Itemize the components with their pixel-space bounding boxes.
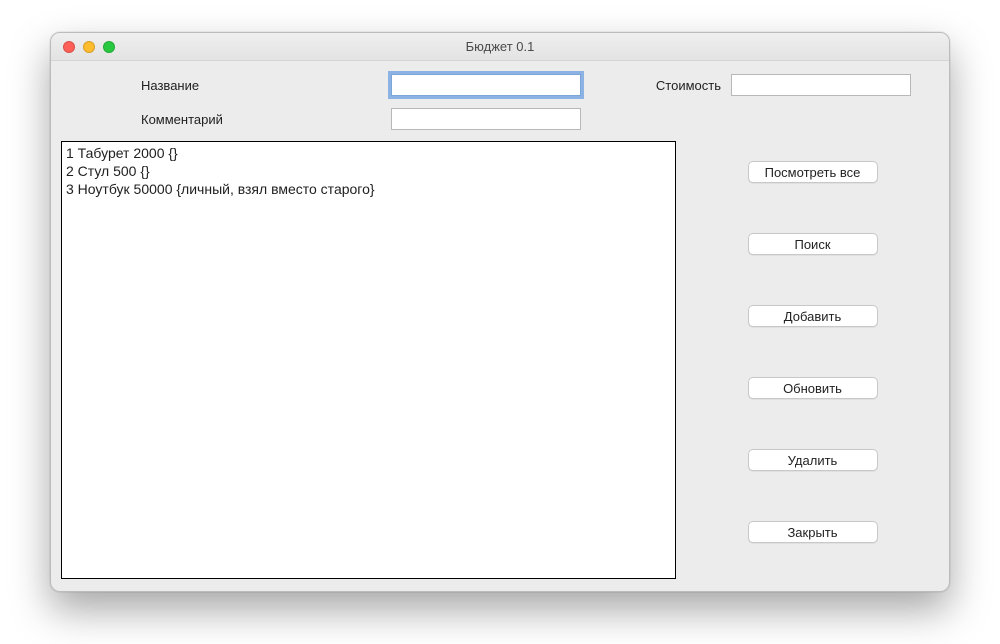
- items-listbox[interactable]: 1 Табурет 2000 {} 2 Стул 500 {} 3 Ноутбу…: [61, 141, 676, 579]
- traffic-lights: [63, 41, 115, 53]
- view-all-button[interactable]: Посмотреть все: [748, 161, 878, 183]
- close-window-icon[interactable]: [63, 41, 75, 53]
- window-title: Бюджет 0.1: [51, 39, 949, 54]
- close-button[interactable]: Закрыть: [748, 521, 878, 543]
- name-label: Название: [61, 78, 391, 93]
- body-row: 1 Табурет 2000 {} 2 Стул 500 {} 3 Ноутбу…: [61, 141, 939, 579]
- delete-button[interactable]: Удалить: [748, 449, 878, 471]
- name-input[interactable]: [391, 74, 581, 96]
- row-name-cost: Название Стоимость: [61, 71, 939, 99]
- app-window: Бюджет 0.1 Название Стоимость Комментари…: [50, 32, 950, 592]
- comment-input[interactable]: [391, 108, 581, 130]
- window-content: Название Стоимость Комментарий 1 Табурет…: [51, 61, 949, 591]
- add-button[interactable]: Добавить: [748, 305, 878, 327]
- update-button[interactable]: Обновить: [748, 377, 878, 399]
- row-comment: Комментарий: [61, 105, 939, 133]
- zoom-window-icon[interactable]: [103, 41, 115, 53]
- titlebar: Бюджет 0.1: [51, 33, 949, 61]
- cost-input[interactable]: [731, 74, 911, 96]
- cost-label: Стоимость: [581, 78, 731, 93]
- button-sidebar: Посмотреть все Поиск Добавить Обновить У…: [686, 141, 939, 579]
- search-button[interactable]: Поиск: [748, 233, 878, 255]
- minimize-window-icon[interactable]: [83, 41, 95, 53]
- comment-label: Комментарий: [61, 112, 391, 127]
